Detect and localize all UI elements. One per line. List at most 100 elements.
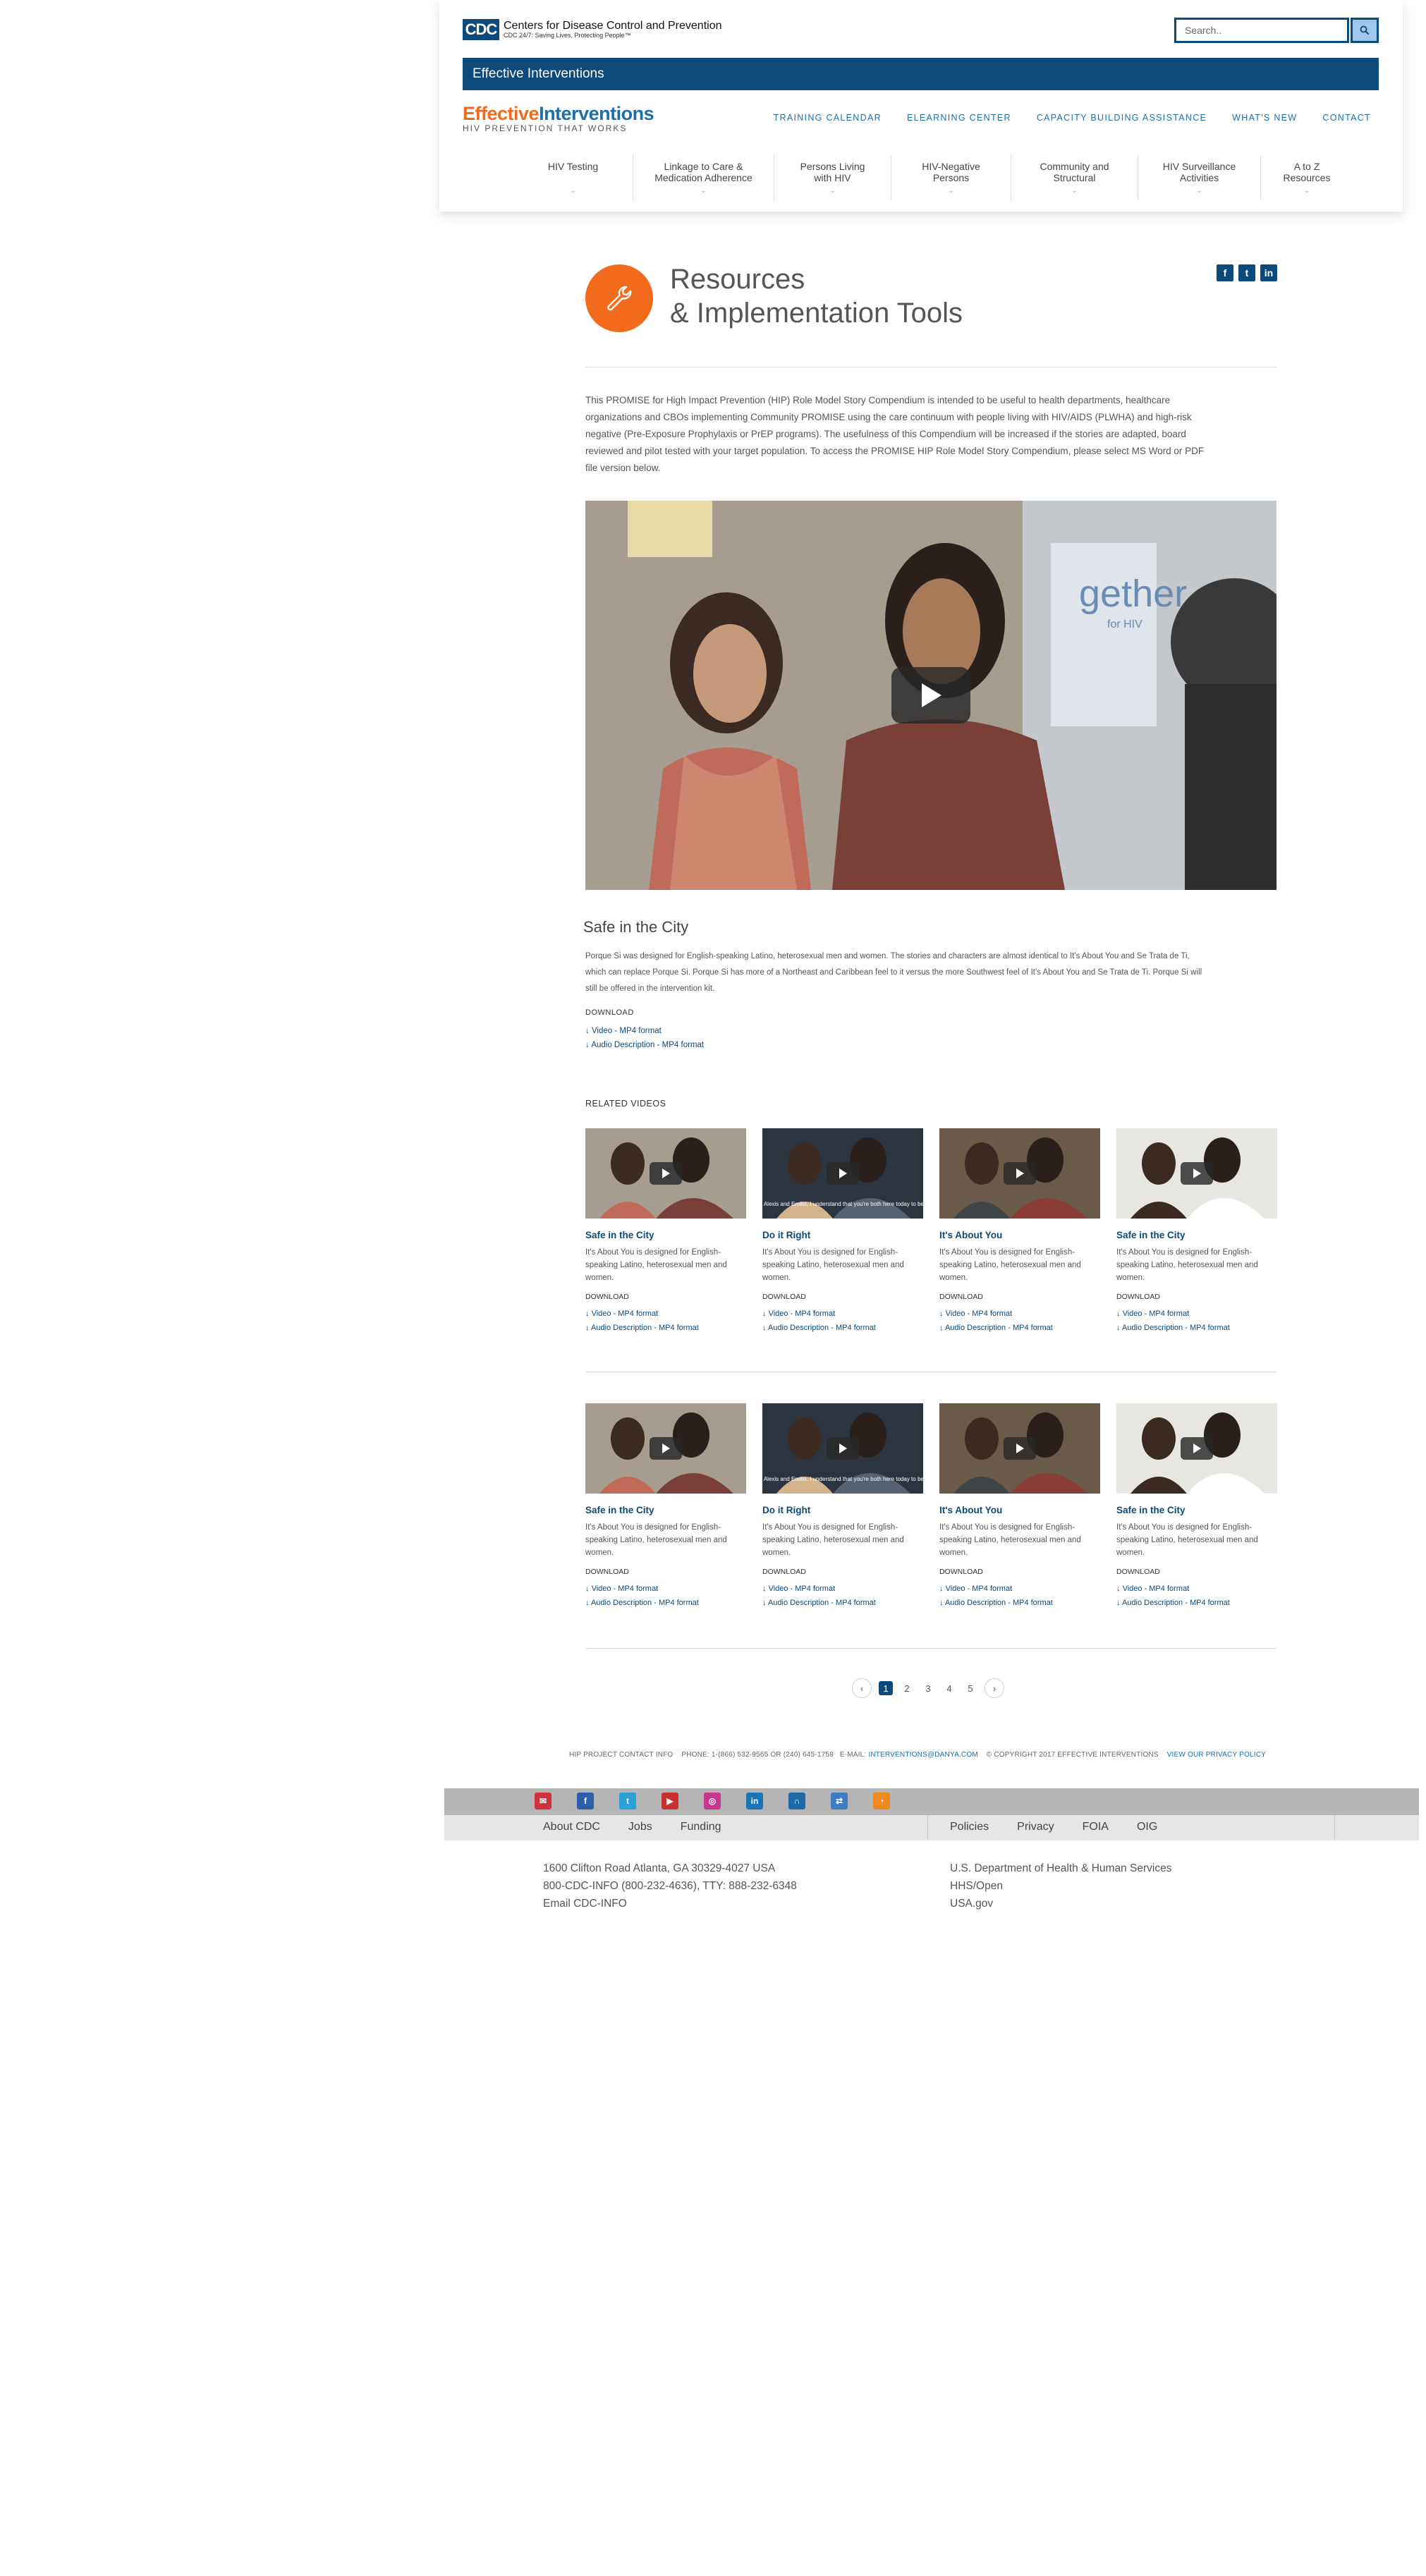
download-video-link[interactable]: ↓ Video - MP4 format (585, 1310, 658, 1318)
play-button[interactable] (650, 1162, 682, 1185)
site-banner[interactable]: Effective Interventions (463, 58, 1379, 90)
download-audio-description-link[interactable]: ↓ Audio Description - MP4 format (1116, 1324, 1230, 1332)
twitter-icon[interactable]: t (619, 1793, 636, 1809)
instagram-icon[interactable]: ◎ (704, 1793, 721, 1809)
twitter-icon[interactable]: t (1238, 264, 1255, 281)
related-video-title[interactable]: Safe in the City (585, 1505, 746, 1515)
play-button[interactable] (1004, 1162, 1036, 1185)
video-thumbnail[interactable] (1116, 1403, 1277, 1494)
download-video-link[interactable]: ↓ Video - MP4 format (762, 1310, 835, 1318)
search-button[interactable] (1351, 18, 1379, 43)
nav-contact[interactable]: CONTACT (1322, 113, 1371, 123)
usa-gov-link[interactable]: USA.gov (950, 1895, 1171, 1912)
video-thumbnail[interactable] (939, 1403, 1100, 1494)
facebook-icon[interactable]: f (1217, 264, 1233, 281)
category-hiv-negative-persons[interactable]: HIV-Negative Persons ⌄ (891, 155, 1011, 200)
nav-training-calendar[interactable]: TRAINING CALENDAR (774, 113, 882, 123)
related-video-title[interactable]: Safe in the City (1116, 1230, 1277, 1240)
podcast-icon[interactable]: ∩ (788, 1793, 805, 1809)
footer-jobs[interactable]: Jobs (628, 1821, 652, 1833)
download-video-link[interactable]: ↓ Video - MP4 format (939, 1310, 1012, 1318)
page-2[interactable]: 2 (900, 1681, 914, 1695)
brand-logo[interactable]: EffectiveInterventions HIV PREVENTION TH… (463, 103, 654, 133)
download-video-link[interactable]: ↓ Video - MP4 format (585, 1027, 662, 1035)
download-audio-description-link[interactable]: ↓ Audio Description - MP4 format (939, 1324, 1053, 1332)
play-button[interactable] (1181, 1437, 1213, 1460)
download-video-link[interactable]: ↓ Video - MP4 format (939, 1585, 1012, 1593)
cdc-logo[interactable]: CDC Centers for Disease Control and Prev… (463, 19, 722, 40)
related-video-card[interactable]: Alright, Alexis and Emilio, I understand… (762, 1128, 923, 1335)
related-video-card[interactable]: It's About You It's About You is designed… (939, 1128, 1100, 1335)
play-button[interactable] (650, 1437, 682, 1460)
contact-email-link[interactable]: INTERVENTIONS@DANYA.COM (868, 1751, 978, 1759)
related-video-title[interactable]: Do it Right (762, 1230, 923, 1240)
download-video-link[interactable]: ↓ Video - MP4 format (1116, 1310, 1189, 1318)
download-audio-description-link[interactable]: ↓ Audio Description - MP4 format (1116, 1599, 1230, 1607)
search-input[interactable]: Search.. (1174, 18, 1349, 43)
related-video-card[interactable]: Safe in the City It's About You is design… (1116, 1128, 1277, 1335)
category-linkage-to-care[interactable]: Linkage to Care & Medication Adherence ⌄ (633, 155, 774, 200)
play-button[interactable] (1181, 1162, 1213, 1185)
video-thumbnail[interactable] (939, 1128, 1100, 1219)
rss-icon[interactable]: ◔ (873, 1793, 890, 1809)
video-player[interactable]: gether for HIV (585, 501, 1276, 890)
category-hiv-testing[interactable]: HIV Testing ⌄ (513, 155, 633, 200)
facebook-icon[interactable]: f (577, 1793, 594, 1809)
category-persons-living-with-hiv[interactable]: Persons Living with HIV ⌄ (774, 155, 891, 200)
category-community-structural[interactable]: Community and Structural ⌄ (1011, 155, 1138, 200)
youtube-icon[interactable]: ▶ (662, 1793, 678, 1809)
video-thumbnail[interactable] (1116, 1128, 1277, 1219)
category-a-to-z[interactable]: A to Z Resources ⌄ (1261, 155, 1353, 200)
related-video-title[interactable]: Safe in the City (585, 1230, 746, 1240)
download-audio-description-link[interactable]: ↓ Audio Description - MP4 format (762, 1599, 876, 1607)
linkedin-icon[interactable]: in (1260, 264, 1277, 281)
privacy-policy-link[interactable]: VIEW OUR PRIVACY POLICY (1167, 1751, 1266, 1759)
video-thumbnail[interactable] (585, 1403, 746, 1494)
category-hiv-surveillance[interactable]: HIV Surveillance Activities ⌄ (1138, 155, 1261, 200)
play-button[interactable] (1004, 1437, 1036, 1460)
related-video-title[interactable]: It's About You (939, 1230, 1100, 1240)
chat-icon[interactable]: ✉ (535, 1793, 551, 1809)
video-thumbnail[interactable]: Alright, Alexis and Emilio, I understand… (762, 1403, 923, 1494)
hhs-open-link[interactable]: HHS/Open (950, 1877, 1171, 1895)
download-video-link[interactable]: ↓ Video - MP4 format (585, 1585, 658, 1593)
related-video-title[interactable]: It's About You (939, 1505, 1100, 1515)
related-video-card[interactable]: Safe in the City It's About You is design… (585, 1403, 746, 1610)
page-4[interactable]: 4 (942, 1681, 956, 1695)
email-cdc-info-link[interactable]: Email CDC-INFO (543, 1895, 797, 1912)
nav-whats-new[interactable]: WHAT'S NEW (1232, 113, 1297, 123)
hhs-link[interactable]: U.S. Department of Health & Human Servic… (950, 1860, 1171, 1877)
play-button[interactable] (827, 1437, 859, 1460)
prev-page-button[interactable]: ‹ (852, 1678, 872, 1698)
nav-elearning-center[interactable]: ELEARNING CENTER (907, 113, 1011, 123)
footer-privacy[interactable]: Privacy (1017, 1821, 1054, 1833)
related-video-title[interactable]: Do it Right (762, 1505, 923, 1515)
download-audio-description-link[interactable]: ↓ Audio Description - MP4 format (762, 1324, 876, 1332)
related-video-title[interactable]: Safe in the City (1116, 1505, 1277, 1515)
download-audio-description-link[interactable]: ↓ Audio Description - MP4 format (939, 1599, 1053, 1607)
related-video-card[interactable]: It's About You It's About You is designed… (939, 1403, 1100, 1610)
download-video-link[interactable]: ↓ Video - MP4 format (762, 1585, 835, 1593)
footer-foia[interactable]: FOIA (1083, 1821, 1109, 1833)
related-video-card[interactable]: Safe in the City It's About You is design… (585, 1128, 746, 1335)
related-video-card[interactable]: Safe in the City It's About You is design… (1116, 1403, 1277, 1610)
footer-oig[interactable]: OIG (1137, 1821, 1157, 1833)
play-button[interactable] (827, 1162, 859, 1185)
page-1[interactable]: 1 (879, 1681, 893, 1695)
play-button[interactable] (891, 667, 970, 724)
next-page-button[interactable]: › (985, 1678, 1004, 1698)
syndication-icon[interactable]: ⇄ (831, 1793, 848, 1809)
download-audio-description-link[interactable]: ↓ Audio Description - MP4 format (585, 1041, 704, 1049)
page-5[interactable]: 5 (963, 1681, 977, 1695)
footer-about-cdc[interactable]: About CDC (543, 1821, 600, 1833)
linkedin-icon[interactable]: in (746, 1793, 763, 1809)
video-thumbnail[interactable] (585, 1128, 746, 1219)
nav-capacity-building[interactable]: CAPACITY BUILDING ASSISTANCE (1037, 113, 1207, 123)
download-audio-description-link[interactable]: ↓ Audio Description - MP4 format (585, 1599, 699, 1607)
video-thumbnail[interactable]: Alright, Alexis and Emilio, I understand… (762, 1128, 923, 1219)
footer-funding[interactable]: Funding (681, 1821, 721, 1833)
related-video-card[interactable]: Alright, Alexis and Emilio, I understand… (762, 1403, 923, 1610)
download-video-link[interactable]: ↓ Video - MP4 format (1116, 1585, 1189, 1593)
page-3[interactable]: 3 (921, 1681, 935, 1695)
footer-policies[interactable]: Policies (950, 1821, 989, 1833)
